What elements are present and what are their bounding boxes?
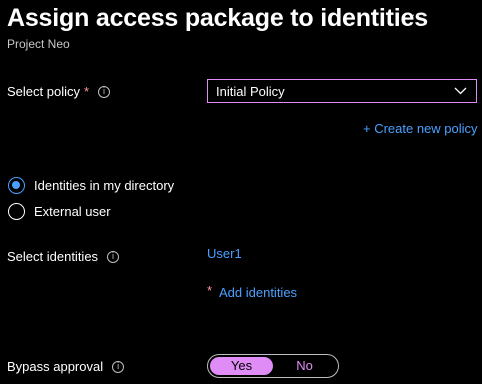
required-icon: * [207, 283, 213, 298]
toggle-no-option[interactable]: No [273, 357, 336, 375]
more-options-icon[interactable]: ··· [411, 7, 427, 22]
radio-label: Identities in my directory [34, 178, 175, 193]
policy-dropdown[interactable]: Initial Policy [207, 79, 477, 103]
create-new-policy-link[interactable]: + Create new policy [363, 121, 478, 136]
select-identities-label: Select identities i [7, 249, 120, 264]
radio-label: External user [34, 204, 111, 219]
select-policy-label: Select policy * i [7, 84, 111, 99]
toggle-yes-option[interactable]: Yes [210, 357, 273, 375]
bypass-approval-label: Bypass approval i [7, 359, 125, 374]
info-icon[interactable]: i [112, 360, 125, 373]
select-identities-text: Select identities [7, 249, 99, 264]
page-subtitle: Project Neo [7, 37, 70, 51]
radio-checked-icon[interactable] [8, 177, 25, 194]
selected-user-link[interactable]: User1 [207, 246, 242, 261]
info-icon[interactable]: i [107, 250, 120, 263]
bypass-approval-text: Bypass approval [7, 359, 104, 374]
add-identities-link[interactable]: Add identities [219, 285, 297, 300]
radio-identities-in-directory[interactable]: Identities in my directory [8, 177, 174, 194]
info-icon[interactable]: i [98, 85, 111, 98]
chevron-down-icon [454, 87, 467, 95]
page-title: Assign access package to identities [7, 4, 428, 32]
bypass-approval-toggle[interactable]: Yes No [207, 354, 339, 378]
required-icon: * [83, 84, 90, 99]
radio-unchecked-icon[interactable] [8, 203, 25, 220]
select-policy-text: Select policy [7, 84, 80, 99]
assign-access-package-pane: Assign access package to identities ··· … [0, 0, 482, 384]
radio-external-user[interactable]: External user [8, 203, 111, 220]
policy-dropdown-value: Initial Policy [216, 83, 285, 99]
